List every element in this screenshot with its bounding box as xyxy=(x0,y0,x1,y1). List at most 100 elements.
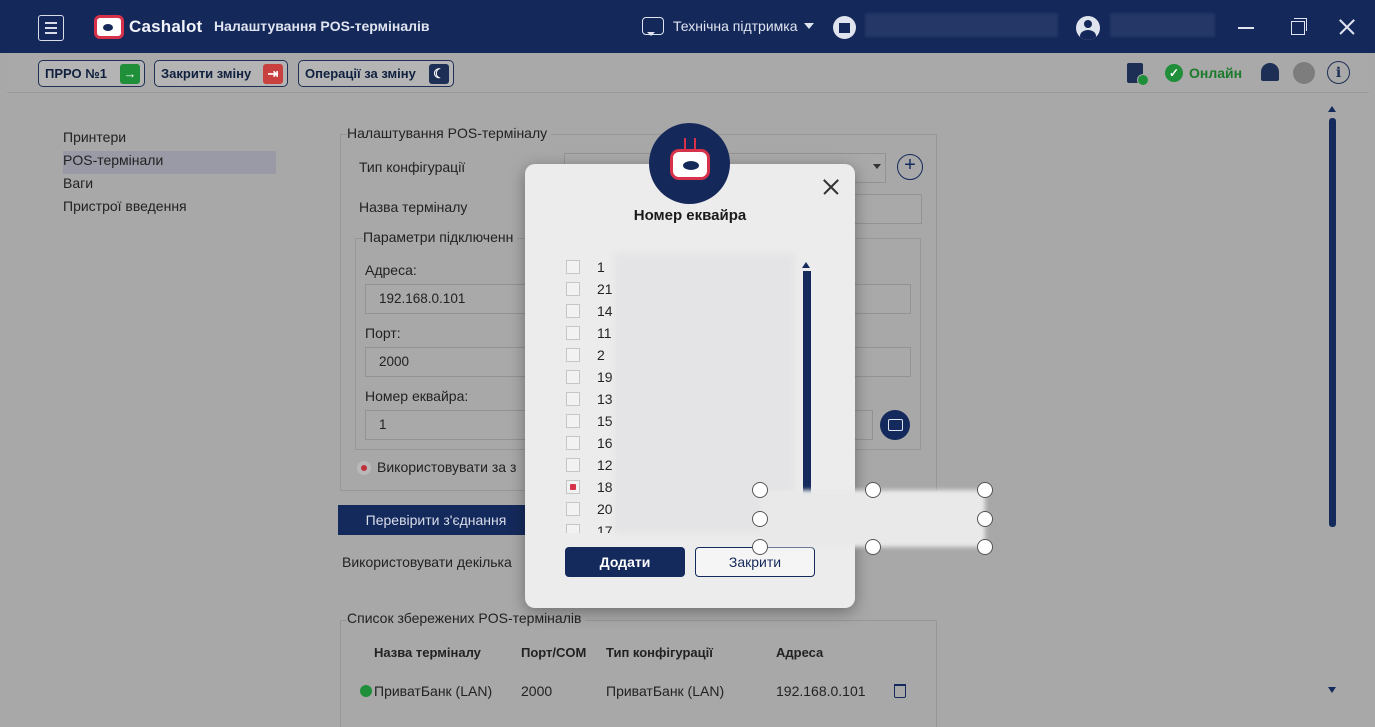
checkbox[interactable] xyxy=(566,282,580,296)
chat-icon xyxy=(642,17,664,36)
prro-button[interactable]: ПРРО №1 → xyxy=(38,60,145,87)
checkbox[interactable] xyxy=(566,436,580,450)
acquirer-number: 21 xyxy=(597,281,613,297)
resize-handle[interactable] xyxy=(977,539,993,555)
sidebar-item-pos-terminals[interactable]: POS-термінали xyxy=(63,151,276,174)
acquirer-label: Номер еквайра: xyxy=(365,388,469,404)
checkbox[interactable] xyxy=(566,348,580,362)
minimize-button[interactable] xyxy=(1234,15,1258,39)
acquirer-number: 19 xyxy=(597,369,613,385)
toolbar: ПРРО №1 → Закрити зміну ⇥ Операції за зм… xyxy=(7,53,1369,93)
receipt-sync-icon[interactable] xyxy=(1127,63,1149,86)
add-config-icon[interactable]: + xyxy=(897,154,923,180)
scroll-down-icon[interactable] xyxy=(1328,687,1336,693)
info-icon[interactable]: i xyxy=(1327,61,1350,84)
checkbox[interactable] xyxy=(566,304,580,318)
select-acquirer-icon[interactable] xyxy=(880,410,910,440)
acquirer-number: 16 xyxy=(597,435,613,451)
cloud-icon[interactable] xyxy=(1293,62,1315,84)
acquirer-number: 2 xyxy=(597,347,605,363)
user-icon[interactable] xyxy=(1076,16,1100,40)
acquirer-number: 12 xyxy=(597,457,613,473)
sidebar-item-input-devices[interactable]: Пристрої введення xyxy=(63,197,276,220)
online-status: ✓ Онлайн xyxy=(1165,64,1242,82)
home-icon[interactable] xyxy=(833,16,856,39)
acquirer-number: 17 xyxy=(597,523,613,533)
page-scrollbar[interactable] xyxy=(1329,118,1336,527)
resize-handle[interactable] xyxy=(865,482,881,498)
sidebar-item-scales[interactable]: Ваги xyxy=(63,174,276,197)
checkbox[interactable] xyxy=(566,524,580,533)
title-bar: Cashalot Налаштування POS-терміналів Тех… xyxy=(0,0,1375,53)
resize-handle[interactable] xyxy=(752,539,768,555)
add-button[interactable]: Додати xyxy=(565,547,685,577)
settings-group-title: Налаштування POS-терміналу xyxy=(347,125,552,141)
checkbox[interactable] xyxy=(566,458,580,472)
support-dropdown[interactable]: Технічна підтримка xyxy=(642,17,814,36)
address-label: Адреса: xyxy=(365,262,417,278)
redacted-user-name xyxy=(1110,13,1215,37)
modal-logo-icon xyxy=(649,123,730,204)
config-type-label: Тип конфігурації xyxy=(359,159,466,175)
acquirer-number: 20 xyxy=(597,501,613,517)
checkbox[interactable] xyxy=(566,414,580,428)
row-address: 192.168.0.101 xyxy=(776,683,866,699)
resize-handle[interactable] xyxy=(865,539,881,555)
use-terminal-radio[interactable] xyxy=(357,461,371,475)
online-label: Онлайн xyxy=(1189,65,1243,81)
saved-terminals-frame xyxy=(340,620,937,727)
scroll-up-icon[interactable] xyxy=(802,262,810,268)
row-port: 2000 xyxy=(521,683,553,699)
row-config-type: ПриватБанк (LAN) xyxy=(606,683,725,699)
checkbox-checked[interactable] xyxy=(566,480,580,494)
col-port: Порт/COM xyxy=(521,645,587,660)
check-connection-button[interactable]: Перевірити з'єднання xyxy=(338,505,534,535)
saved-terminals-title: Список збережених POS-терміналів xyxy=(347,610,586,626)
arrow-right-icon: → xyxy=(120,63,140,84)
close-icon[interactable] xyxy=(819,175,843,199)
redacted-store-name xyxy=(865,13,1058,37)
shift-ops-label: Операції за зміну xyxy=(305,66,416,81)
prro-label: ПРРО №1 xyxy=(45,66,107,81)
use-multiple-label: Використовувати декілька xyxy=(342,554,512,570)
hamburger-menu-icon[interactable] xyxy=(38,15,64,41)
maximize-button[interactable] xyxy=(1285,15,1309,39)
col-config-type: Тип конфігурації xyxy=(606,645,713,660)
scroll-up-icon[interactable] xyxy=(1328,106,1336,112)
resize-handle[interactable] xyxy=(752,511,768,527)
shift-operations-button[interactable]: Операції за зміну ☾ xyxy=(298,60,454,87)
use-terminal-label: Використовувати за з xyxy=(377,459,517,475)
checkbox[interactable] xyxy=(566,370,580,384)
close-shift-button[interactable]: Закрити зміну ⇥ xyxy=(154,60,288,87)
resize-handle[interactable] xyxy=(752,482,768,498)
resize-handle[interactable] xyxy=(977,511,993,527)
settings-sidebar: Принтери POS-термінали Ваги Пристрої вве… xyxy=(63,128,276,220)
chevron-down-icon xyxy=(803,23,814,29)
modal-scrollbar[interactable] xyxy=(803,271,811,511)
trash-icon[interactable] xyxy=(894,684,906,698)
acquirer-number: 14 xyxy=(597,303,613,319)
checkbox[interactable] xyxy=(566,502,580,516)
checkbox[interactable] xyxy=(566,260,580,274)
port-label: Порт: xyxy=(365,325,401,341)
acquirer-number: 13 xyxy=(597,391,613,407)
logo-text: Cashalot xyxy=(129,17,203,36)
sidebar-item-printers[interactable]: Принтери xyxy=(63,128,276,151)
check-circle-icon: ✓ xyxy=(1165,64,1183,82)
checkbox[interactable] xyxy=(566,326,580,340)
terminal-name-label: Назва терміналу xyxy=(359,199,468,215)
check-circle-icon xyxy=(360,685,372,697)
row-terminal-name[interactable]: ПриватБанк (LAN) xyxy=(374,683,492,699)
resize-handle[interactable] xyxy=(977,482,993,498)
checkbox[interactable] xyxy=(566,392,580,406)
col-terminal-name: Назва терміналу xyxy=(374,645,481,660)
acquirer-number: 18 xyxy=(597,479,613,495)
modal-title: Номер еквайра xyxy=(633,207,747,224)
moon-icon: ☾ xyxy=(429,63,449,84)
close-window-button[interactable] xyxy=(1335,15,1359,39)
acquirer-number: 15 xyxy=(597,413,613,429)
bell-icon[interactable] xyxy=(1261,63,1279,81)
logo-tv-icon xyxy=(94,15,124,39)
acquirer-number: 11 xyxy=(597,325,612,341)
chevron-down-icon xyxy=(873,164,881,169)
